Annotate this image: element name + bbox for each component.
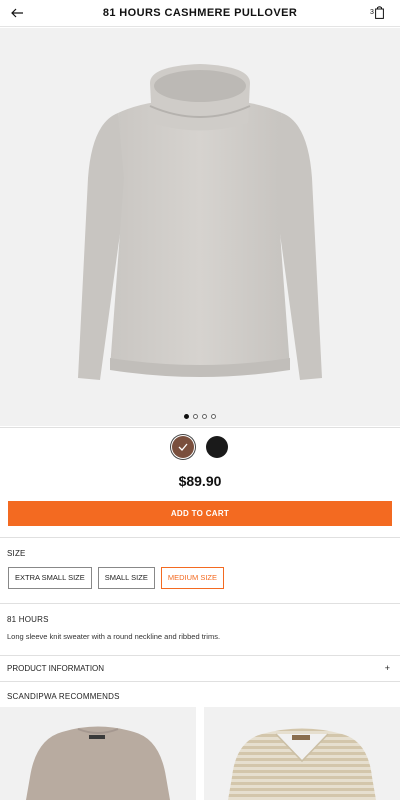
recommendation-image (228, 728, 376, 800)
product-gallery[interactable] (0, 28, 400, 426)
shopping-bag-icon (375, 6, 384, 19)
recommendations-list (0, 707, 400, 800)
color-swatch-brown[interactable] (172, 436, 194, 458)
product-description: Long sleeve knit sweater with a round ne… (7, 632, 221, 641)
size-option-medium[interactable]: MEDIUM SIZE (160, 567, 224, 589)
product-information-toggle[interactable]: PRODUCT INFORMATION + (0, 656, 400, 680)
divider (0, 603, 400, 604)
size-option-extra-small[interactable]: EXTRA SMALL SIZE (8, 567, 92, 589)
recommendation-card[interactable] (0, 707, 196, 800)
header: 81 HOURS CASHMERE PULLOVER 3 (0, 0, 400, 27)
divider (0, 427, 400, 428)
add-to-cart-button[interactable]: ADD TO CART (8, 501, 392, 526)
gallery-dot[interactable] (211, 414, 216, 419)
gallery-dots (0, 414, 400, 419)
size-options: EXTRA SMALL SIZE SMALL SIZE MEDIUM SIZE (8, 567, 224, 589)
color-swatch-black[interactable] (206, 436, 228, 458)
gallery-dot[interactable] (184, 414, 189, 419)
color-swatches (0, 436, 400, 458)
product-image (78, 64, 322, 380)
product-information-label: PRODUCT INFORMATION (7, 664, 105, 673)
divider (0, 681, 400, 682)
size-option-small[interactable]: SMALL SIZE (97, 567, 155, 589)
product-price: $89.90 (178, 473, 222, 489)
brand-name: 81 HOURS (7, 615, 49, 624)
divider (0, 537, 400, 538)
page-title: 81 HOURS CASHMERE PULLOVER (102, 7, 298, 19)
check-icon (178, 443, 188, 451)
cart-count: 3 (370, 9, 374, 16)
cart-button[interactable]: 3 (370, 6, 388, 22)
gallery-dot[interactable] (193, 414, 198, 419)
size-label: SIZE (7, 549, 26, 558)
gallery-dot[interactable] (202, 414, 207, 419)
plus-icon: + (384, 663, 390, 673)
recommendation-card[interactable] (204, 707, 400, 800)
recommendation-image (26, 726, 170, 800)
recommendations-title: SCANDIPWA RECOMMENDS (7, 692, 120, 701)
